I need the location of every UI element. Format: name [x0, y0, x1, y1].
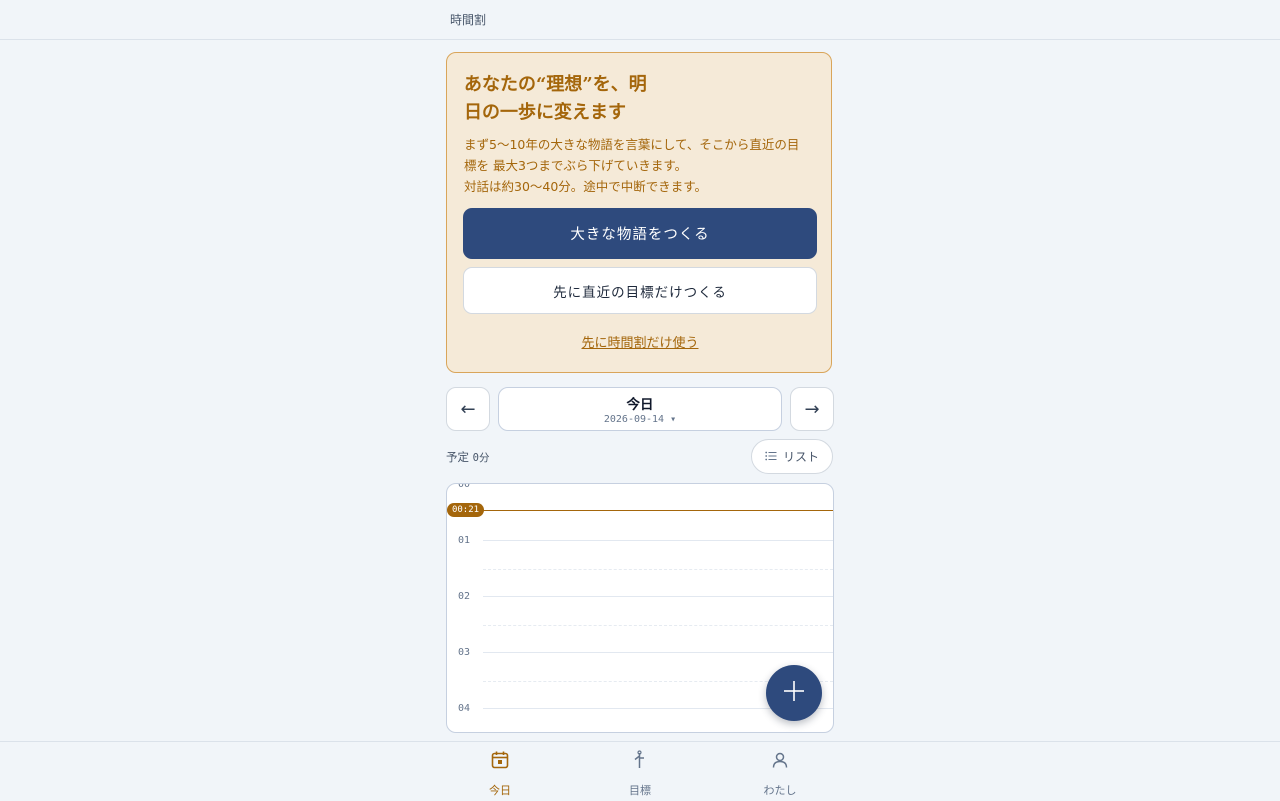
- hour-divider: [483, 540, 833, 541]
- heading-line-2: 日の一歩に変えます: [464, 102, 626, 123]
- list-view-button[interactable]: リスト: [751, 439, 833, 474]
- bottom-navigation: 今日 目標 わたし: [0, 741, 1280, 801]
- arrow-right-icon: →: [804, 398, 820, 420]
- person-icon: [740, 750, 820, 772]
- calendar-icon: [460, 750, 540, 772]
- next-day-button[interactable]: →: [790, 387, 834, 431]
- tab-today[interactable]: 今日: [460, 748, 540, 798]
- current-time-badge: 00:21: [447, 503, 484, 517]
- desc-line-1: まず5〜10年の大きな物語を言葉にして、そこから直近の目: [464, 137, 800, 152]
- create-story-button[interactable]: 大きな物語をつくる: [463, 208, 817, 259]
- tab-goals[interactable]: 目標: [600, 748, 680, 798]
- desc-line-3: 対話は約30〜40分。途中で中断できます。: [464, 179, 708, 194]
- hour-divider: [483, 596, 833, 597]
- arrow-left-icon: ←: [460, 398, 476, 420]
- list-button-label: リスト: [782, 450, 819, 464]
- date-value: 2026-09-14 ▾: [603, 414, 677, 425]
- hour-label: 04: [458, 703, 471, 714]
- goal-flag-icon: [600, 750, 680, 772]
- onboarding-card: あなたの“理想”を、明 日の一歩に変えます まず5〜10年の大きな物語を言葉にし…: [446, 52, 832, 373]
- desc-line-2: 標を 最大3つまでぶら下げていきます。: [464, 158, 688, 173]
- schedule-total: 0分: [472, 452, 490, 464]
- hour-label: 01: [458, 535, 471, 546]
- date-picker[interactable]: 今日 2026-09-14 ▾: [498, 387, 782, 431]
- half-hour-divider: [483, 625, 833, 626]
- onboarding-heading: あなたの“理想”を、明 日の一歩に変えます: [464, 71, 674, 127]
- tab-label: 目標: [629, 784, 651, 797]
- add-event-button[interactable]: [766, 665, 822, 721]
- hour-label: 00: [458, 483, 471, 490]
- current-time-line: [483, 510, 833, 511]
- half-hour-divider: [483, 569, 833, 570]
- list-icon: [765, 450, 777, 464]
- hour-divider: [483, 652, 833, 653]
- page-title: 時間割: [450, 13, 487, 27]
- use-timetable-link[interactable]: 先に時間割だけ使う: [447, 332, 833, 351]
- tab-me[interactable]: わたし: [740, 748, 820, 798]
- tab-label: わたし: [763, 784, 797, 797]
- schedule-summary: 予定 0分: [446, 449, 489, 465]
- hour-label: 03: [458, 647, 471, 658]
- top-bar: 時間割: [0, 0, 1280, 40]
- onboarding-description: まず5〜10年の大きな物語を言葉にして、そこから直近の目 標を 最大3つまでぶら…: [464, 134, 820, 197]
- schedule-label: 予定: [446, 450, 469, 464]
- tab-label: 今日: [489, 784, 511, 797]
- day-label: 今日: [626, 397, 654, 413]
- create-goals-button[interactable]: 先に直近の目標だけつくる: [463, 267, 817, 314]
- plus-icon: [783, 680, 805, 706]
- hour-label: 02: [458, 591, 471, 602]
- prev-day-button[interactable]: ←: [446, 387, 490, 431]
- heading-line-1: あなたの“理想”を、明: [464, 74, 647, 95]
